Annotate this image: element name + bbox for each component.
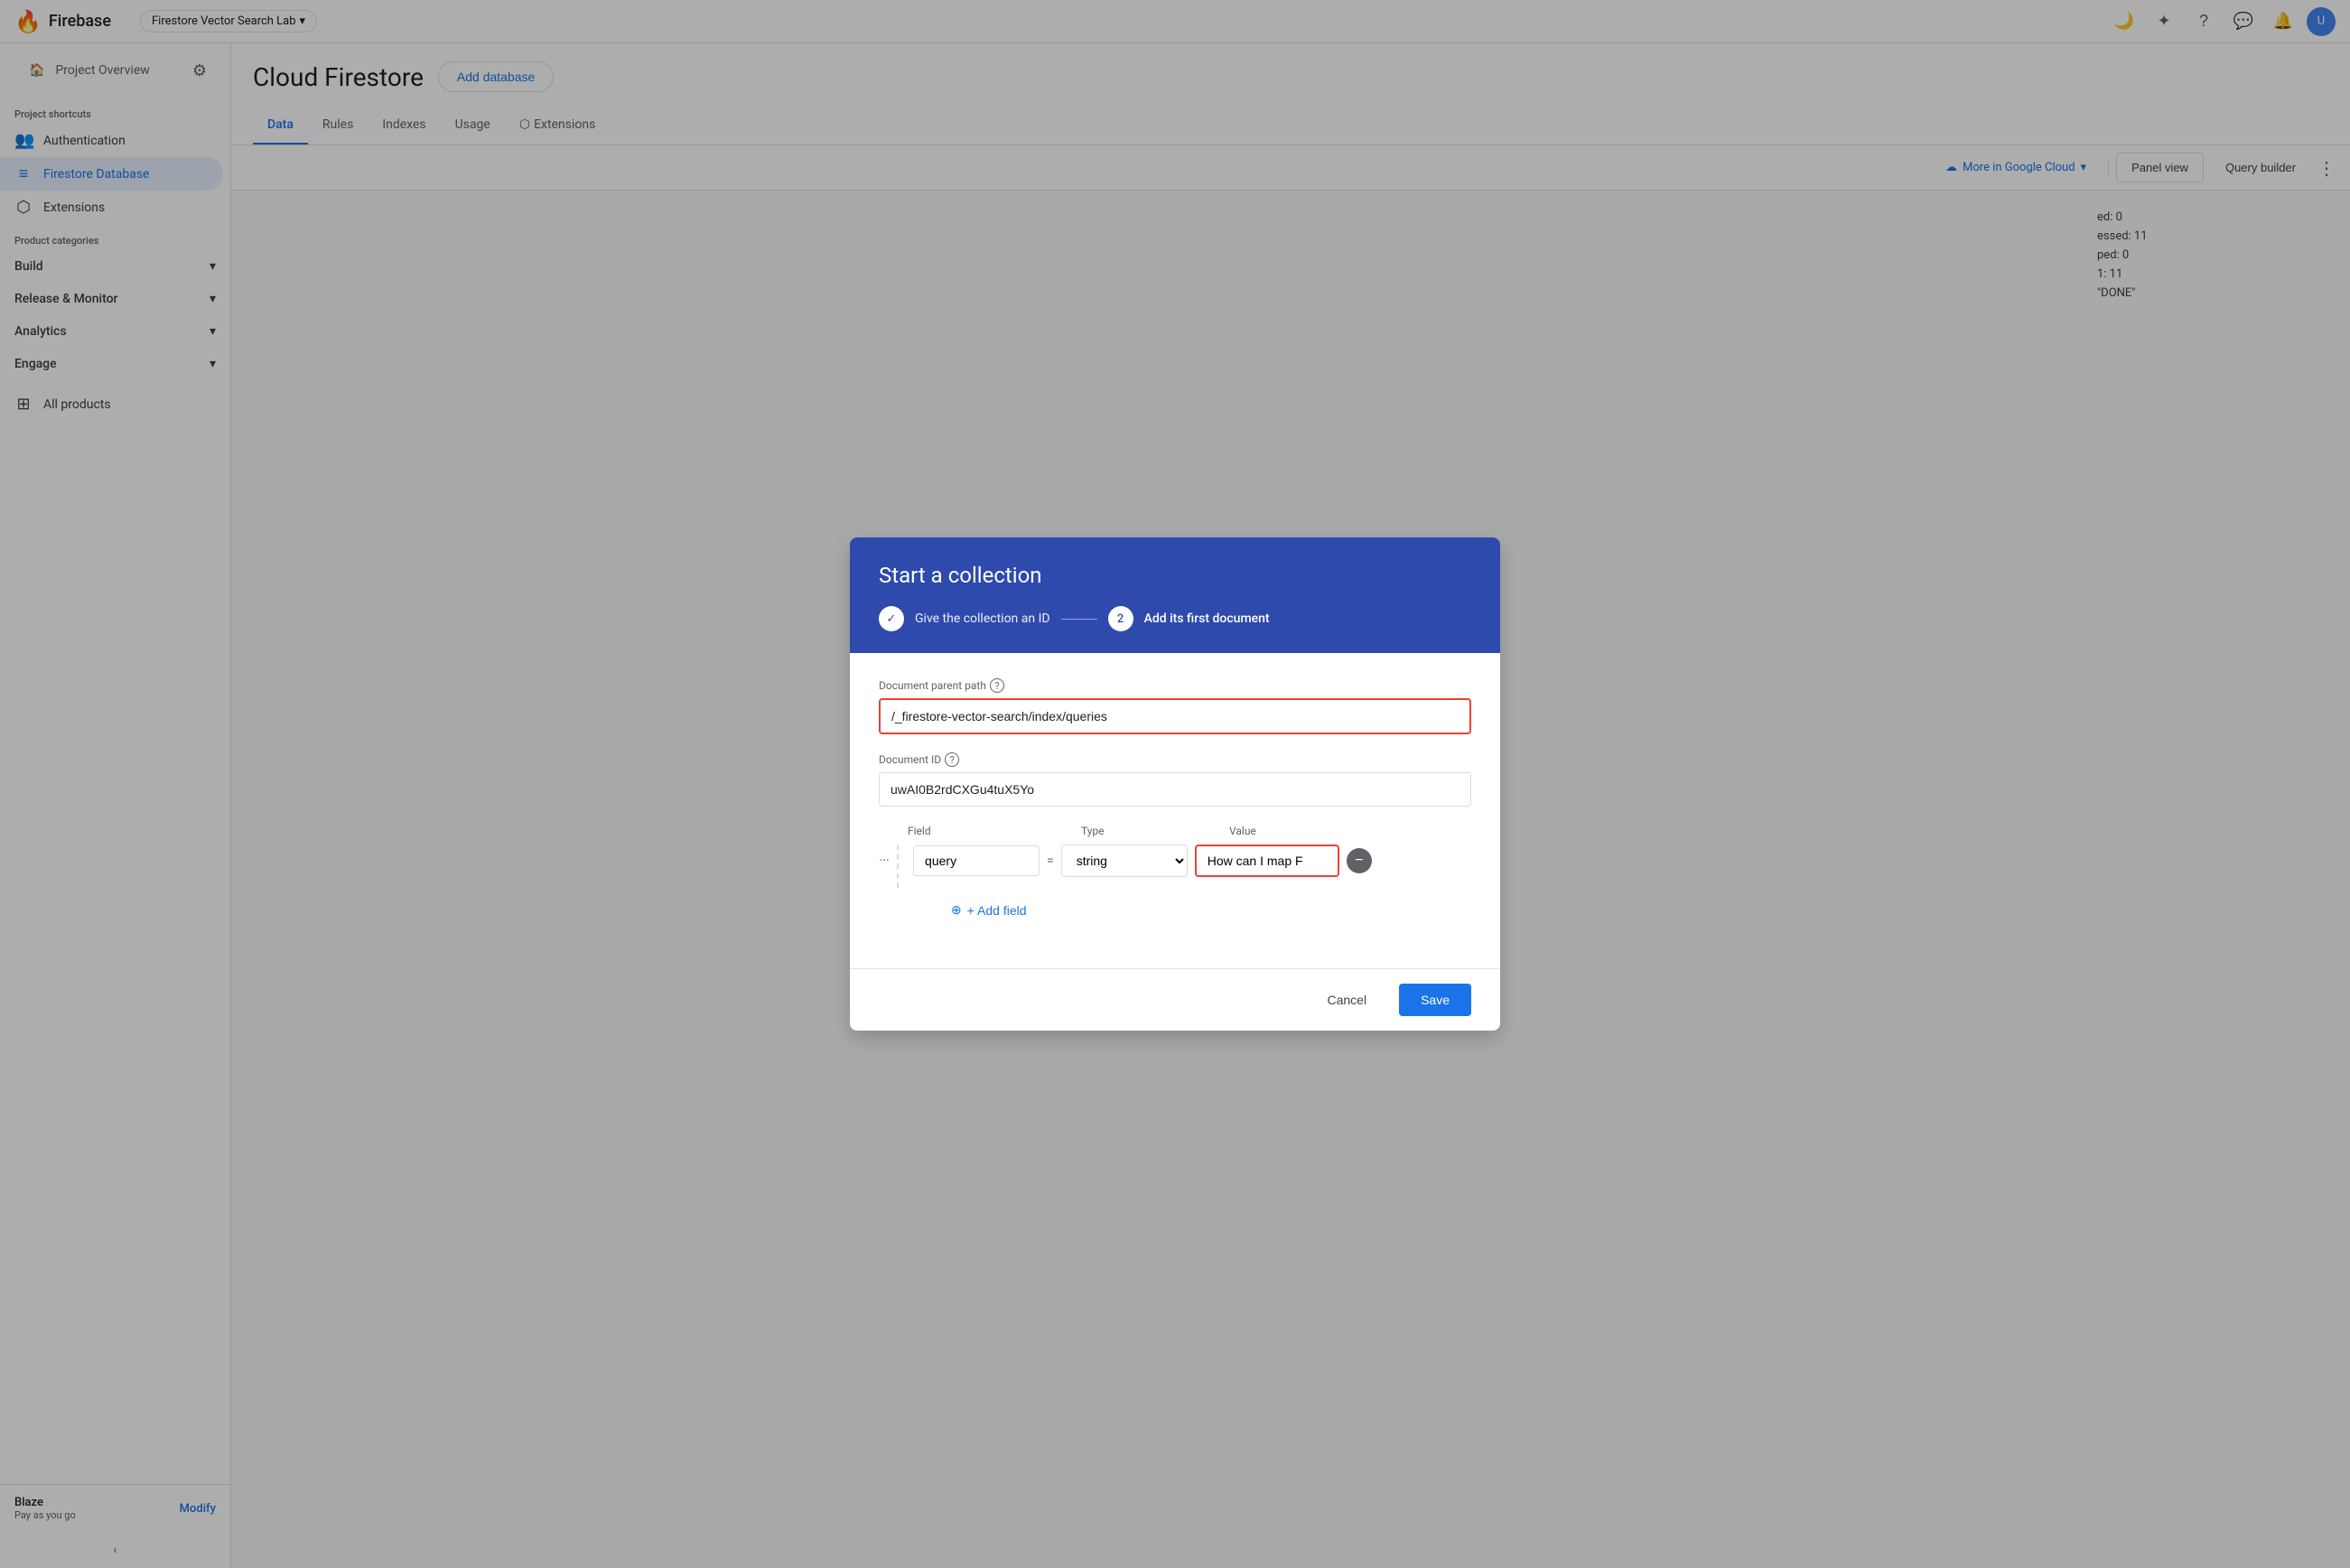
doc-parent-path-group: Document parent path ? xyxy=(879,678,1471,734)
tree-content: = string number boolean map array null t… xyxy=(897,845,1471,888)
save-button[interactable]: Save xyxy=(1399,984,1471,1016)
doc-id-label: Document ID ? xyxy=(879,752,1471,767)
cancel-button[interactable]: Cancel xyxy=(1305,984,1388,1016)
type-column-header: Type xyxy=(1081,825,1208,837)
doc-id-input[interactable] xyxy=(879,772,1471,807)
add-field-wrapper: ⊕ + Add field xyxy=(922,895,1471,925)
modal-steps: Give the collection an ID 2 Add its firs… xyxy=(879,606,1471,631)
doc-parent-path-label: Document parent path ? xyxy=(879,678,1471,693)
field-column-header: Field xyxy=(908,825,1034,837)
modal-footer: Cancel Save xyxy=(850,968,1500,1031)
remove-field-button[interactable]: − xyxy=(1347,848,1372,873)
start-collection-modal: Start a collection Give the collection a… xyxy=(850,537,1500,1031)
doc-id-label-text: Document ID xyxy=(879,753,941,766)
type-select[interactable]: string number boolean map array null tim… xyxy=(1061,845,1188,877)
doc-parent-path-label-text: Document parent path xyxy=(879,679,986,692)
value-column-header: Value xyxy=(1229,825,1356,837)
equals-sign: = xyxy=(1047,854,1054,868)
step-1-label: Give the collection an ID xyxy=(915,611,1050,626)
step-line xyxy=(1061,619,1097,620)
field-value-input[interactable] xyxy=(1195,845,1339,877)
fields-group: Field Type Value … = string xyxy=(879,825,1471,925)
step-2-label: Add its first document xyxy=(1144,611,1270,626)
step-2-circle: 2 xyxy=(1108,606,1133,631)
modal-backdrop[interactable]: Start a collection Give the collection a… xyxy=(0,0,2350,1568)
doc-id-help-icon[interactable]: ? xyxy=(945,752,959,767)
tree-dots: … xyxy=(879,848,890,864)
field-tree-wrapper: … = string number boolean map array xyxy=(879,845,1471,888)
modal-header: Start a collection Give the collection a… xyxy=(850,537,1500,653)
doc-id-group: Document ID ? xyxy=(879,752,1471,807)
add-field-label: + Add field xyxy=(967,903,1027,918)
dots-indicator: … xyxy=(879,848,890,864)
modal-body: Document parent path ? Document ID ? Fie… xyxy=(850,653,1500,968)
modal-title: Start a collection xyxy=(879,563,1471,588)
add-field-button[interactable]: ⊕ + Add field xyxy=(951,895,1027,925)
doc-parent-path-input[interactable] xyxy=(879,698,1471,734)
step-1-circle xyxy=(879,606,904,631)
field-name-input[interactable] xyxy=(913,845,1040,876)
add-field-plus-icon: ⊕ xyxy=(951,902,962,918)
doc-parent-path-help-icon[interactable]: ? xyxy=(990,678,1004,693)
step-2-number: 2 xyxy=(1117,612,1124,626)
field-row: = string number boolean map array null t… xyxy=(913,845,1471,877)
field-headers: Field Type Value xyxy=(908,825,1471,837)
